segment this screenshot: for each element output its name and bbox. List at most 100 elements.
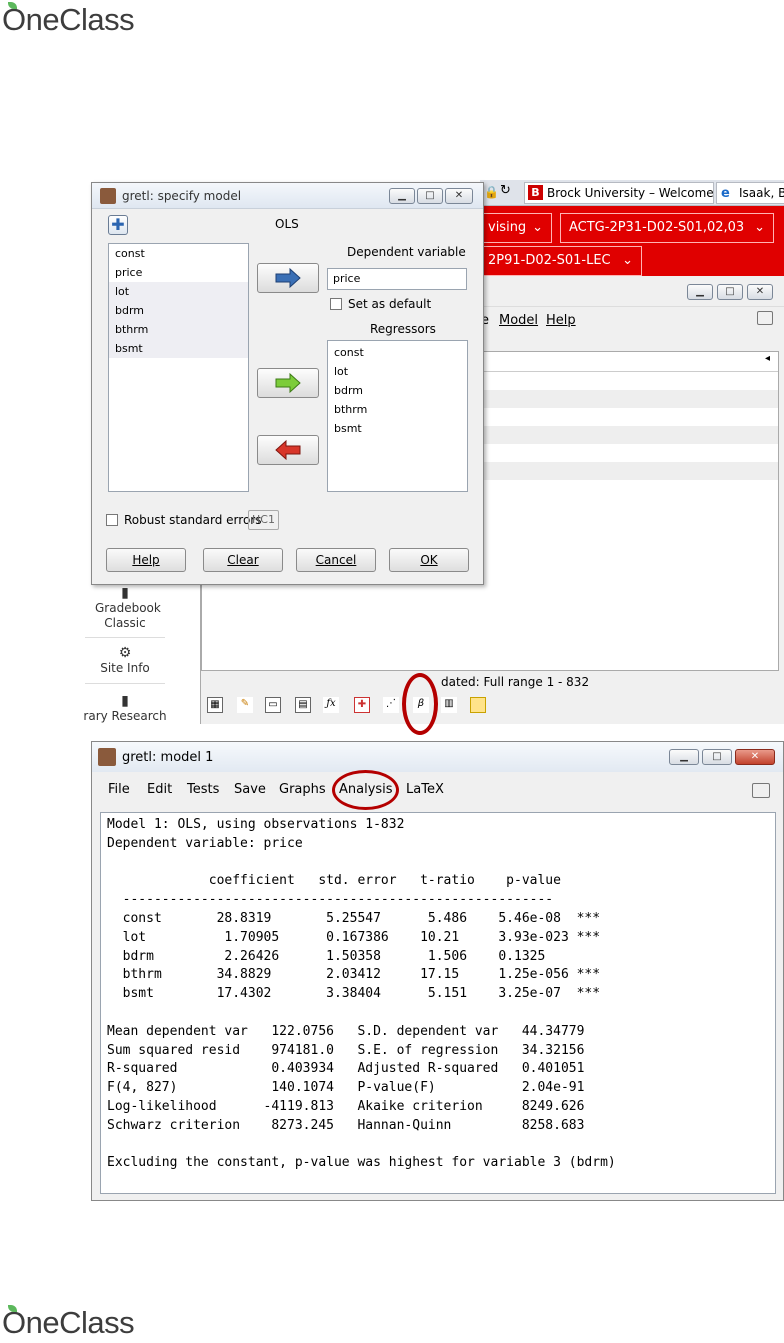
menu-item-latex[interactable]: LaTeX: [406, 780, 444, 800]
terminal-icon[interactable]: ▭: [265, 697, 281, 713]
output-line: const 28.8319 5.25547 5.486 5.46e-08 ***: [107, 910, 601, 926]
output-line: bsmt 17.4302 3.38404 5.151 3.25e-07 ***: [107, 986, 601, 1002]
sidebar-item-gradebook[interactable]: ▮ Gradebook Classic: [80, 585, 170, 631]
course-menu-label: 2P91-D02-S01-LEC: [488, 253, 611, 268]
menu-item-tests[interactable]: Tests: [187, 780, 219, 800]
menu-item-model[interactable]: Model: [499, 311, 538, 331]
minimize-button[interactable]: ▁: [687, 284, 713, 300]
list-item[interactable]: lot: [109, 282, 248, 301]
arrow-left-red-icon: [275, 439, 301, 461]
model-output-text[interactable]: Model 1: OLS, using observations 1-832 De…: [100, 812, 776, 1194]
output-line: coefficient std. error t-ratio p-value: [107, 873, 561, 889]
ok-button[interactable]: OK: [389, 548, 469, 572]
add-variable-button[interactable]: ✚: [108, 215, 128, 235]
gretl-app-icon: [98, 748, 116, 766]
close-button[interactable]: ✕: [747, 284, 773, 300]
maximize-button[interactable]: □: [417, 188, 443, 204]
calculator-icon[interactable]: ▦: [207, 697, 223, 713]
minimize-button[interactable]: ▁: [669, 749, 699, 765]
maximize-button[interactable]: □: [717, 284, 743, 300]
close-button[interactable]: ✕: [735, 749, 775, 765]
database-icon[interactable]: ▥: [441, 697, 457, 713]
output-line: bthrm 34.8829 2.03412 17.15 1.25e-056 **…: [107, 967, 601, 983]
oneclass-logo-footer: OneClass: [2, 1305, 135, 1341]
function-icon[interactable]: ƒx: [323, 697, 339, 713]
cancel-button[interactable]: Cancel: [296, 548, 376, 572]
list-item[interactable]: price: [109, 263, 248, 282]
help-lifebuoy-icon[interactable]: ✚: [354, 697, 370, 713]
button-label: OK: [420, 553, 438, 567]
regressors-list[interactable]: const lot bdrm bthrm bsmt: [327, 340, 468, 492]
estimator-label: OLS: [275, 217, 299, 231]
add-regressor-button[interactable]: [257, 368, 319, 398]
chevron-down-icon: ⌄: [532, 220, 543, 235]
browser-tab-bar: 🔒 ↻ B Brock University – Welcome to... e…: [480, 180, 784, 206]
edit-icon[interactable]: ✎: [237, 697, 253, 713]
detach-icon[interactable]: [757, 311, 773, 325]
list-item[interactable]: bthrm: [109, 320, 248, 339]
browser-tab-isaak[interactable]: e Isaak, Br: [716, 182, 784, 204]
robust-se-label: Robust standard errors: [124, 513, 262, 527]
set-dependent-button[interactable]: [257, 263, 319, 293]
detach-icon[interactable]: [752, 783, 770, 798]
scroll-left-icon[interactable]: ◂: [765, 353, 770, 364]
output-line: Model 1: OLS, using observations 1-832: [107, 817, 405, 832]
set-default-label: Set as default: [348, 297, 432, 311]
model-window-title: gretl: model 1: [122, 750, 214, 765]
help-button[interactable]: Help: [106, 548, 186, 572]
list-item[interactable]: bthrm: [328, 400, 467, 419]
clear-button[interactable]: Clear: [203, 548, 283, 572]
tab-label: Brock University – Welcome to...: [547, 186, 714, 200]
list-item[interactable]: bsmt: [328, 419, 467, 438]
set-default-checkbox[interactable]: [330, 298, 342, 310]
course-menu-advising[interactable]: vising ⌄: [480, 213, 552, 243]
specify-model-dialog: gretl: specify model ▁ □ ✕ ✚ OLS const p…: [91, 182, 484, 585]
model-menu-bar: File Edit Tests Save Graphs Analysis LaT…: [92, 780, 783, 802]
menu-item-edit[interactable]: Edit: [147, 780, 172, 800]
highlight-oval: [332, 770, 399, 810]
variable-list[interactable]: const price lot bdrm bthrm bsmt: [108, 243, 249, 492]
robust-se-checkbox[interactable]: [106, 514, 118, 526]
maximize-button[interactable]: □: [702, 749, 732, 765]
list-item[interactable]: bsmt: [109, 339, 248, 358]
gretl-app-icon: [100, 188, 116, 204]
menu-item-save[interactable]: Save: [234, 780, 266, 800]
sidebar-item-library-research[interactable]: ▮ rary Research: [80, 693, 170, 723]
list-item[interactable]: bdrm: [328, 381, 467, 400]
list-item[interactable]: const: [328, 343, 467, 362]
minimize-button[interactable]: ▁: [389, 188, 415, 204]
output-line: Dependent variable: price: [107, 835, 303, 851]
close-button[interactable]: ✕: [445, 188, 473, 204]
output-line: bdrm 2.26426 1.50358 1.506 0.1325: [107, 948, 546, 964]
list-item[interactable]: lot: [328, 362, 467, 381]
browser-tab-brock[interactable]: B Brock University – Welcome to...: [524, 182, 714, 204]
menu-item-file[interactable]: File: [108, 780, 130, 800]
list-item[interactable]: bdrm: [109, 301, 248, 320]
logo-text: OneClass: [2, 1305, 135, 1340]
menu-item-graphs[interactable]: Graphs: [279, 780, 326, 800]
sidebar-item-site-info[interactable]: ⚙ Site Info: [80, 645, 170, 675]
list-item[interactable]: const: [109, 244, 248, 263]
model-title-bar: gretl: model 1 ▁ □ ✕: [92, 742, 783, 772]
output-line: Mean dependent var 122.0756 S.D. depende…: [107, 1023, 585, 1039]
scatter-plot-icon[interactable]: ⋰: [383, 697, 399, 713]
button-label: Help: [132, 553, 160, 567]
session-icon[interactable]: ▤: [295, 697, 311, 713]
arrow-right-blue-icon: [275, 267, 301, 289]
tab-label: Isaak, Br: [739, 186, 784, 200]
sidebar-item-label: Site Info: [100, 661, 150, 675]
course-menu-actg[interactable]: ACTG-2P31-D02-S01,02,03 ⌄: [560, 213, 774, 243]
dependent-variable-field[interactable]: price: [327, 268, 467, 290]
chevron-down-icon: ⌄: [754, 220, 765, 235]
refresh-icon[interactable]: ↻: [500, 183, 511, 198]
course-menu-2p91[interactable]: 2P91-D02-S01-LEC ⌄: [480, 246, 642, 276]
lms-course-bar: vising ⌄ ACTG-2P31-D02-S01,02,03 ⌄ 2P91-D0…: [480, 206, 784, 276]
sidebar-item-label: Gradebook Classic: [95, 601, 161, 630]
hc-variant-button[interactable]: HC1: [248, 510, 279, 530]
book-icon: ▮: [121, 693, 129, 709]
folder-icon[interactable]: [470, 697, 486, 713]
menu-item-help[interactable]: Help: [546, 311, 576, 331]
remove-regressor-button[interactable]: [257, 435, 319, 465]
sidebar-item-label: rary Research: [83, 709, 167, 723]
